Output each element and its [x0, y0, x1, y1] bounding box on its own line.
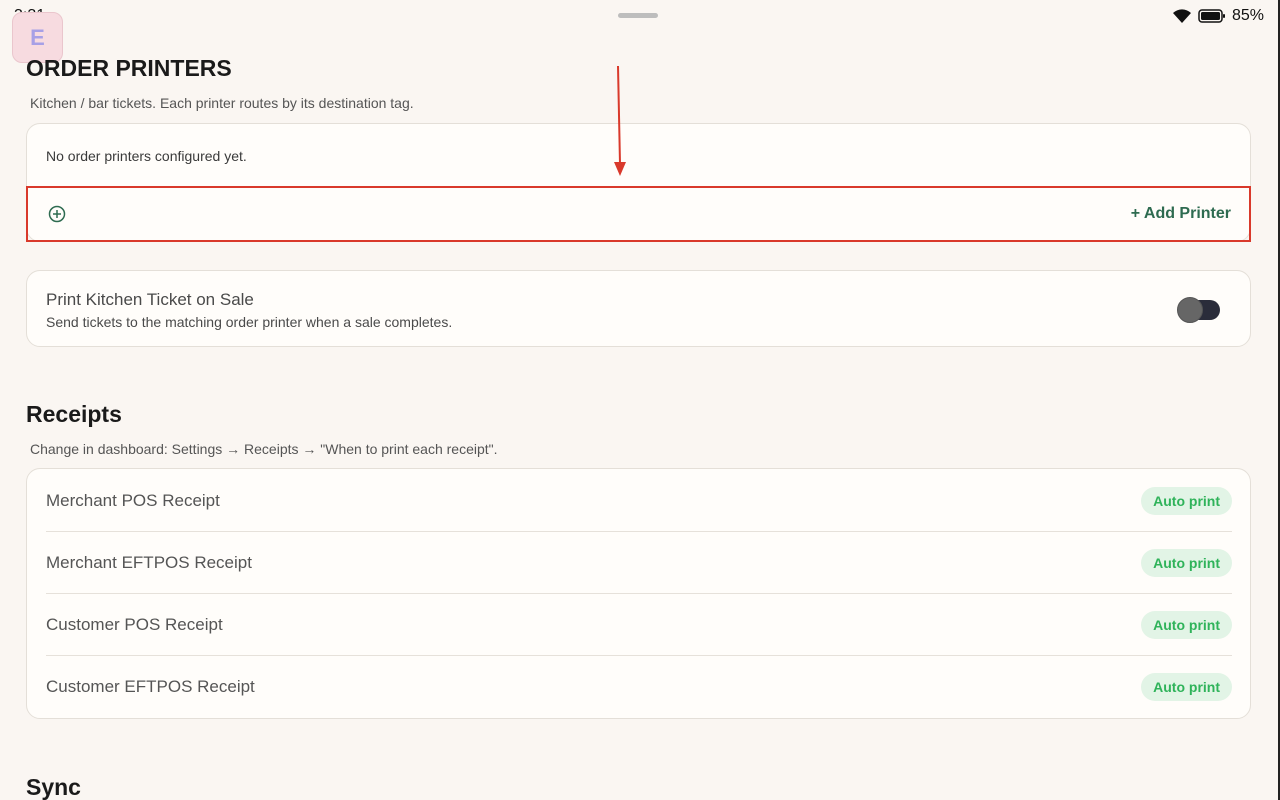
receipt-row: Merchant POS Receipt Auto print	[46, 470, 1232, 532]
auto-print-badge[interactable]: Auto print	[1141, 673, 1232, 701]
receipt-row: Customer POS Receipt Auto print	[46, 594, 1232, 656]
receipt-name: Merchant POS Receipt	[46, 491, 220, 510]
receipt-row: Customer EFTPOS Receipt Auto print	[46, 656, 1232, 718]
kitchen-ticket-card: Print Kitchen Ticket on Sale Send ticket…	[26, 270, 1251, 347]
wifi-icon	[1172, 8, 1192, 24]
drag-handle[interactable]	[618, 13, 658, 18]
status-icons: 85%	[1172, 7, 1264, 25]
annotation-arrow	[614, 66, 626, 176]
order-printers-card: No order printers configured yet. + Add …	[26, 123, 1251, 242]
add-printer-button[interactable]: + Add Printer	[26, 186, 1251, 242]
plus-circle-icon	[48, 205, 66, 223]
order-printers-empty-text: No order printers configured yet.	[46, 148, 247, 164]
sync-title: Sync	[26, 774, 81, 800]
order-printers-title: ORDER PRINTERS	[26, 55, 232, 81]
battery-percent: 85%	[1231, 7, 1264, 24]
kitchen-ticket-toggle[interactable]	[1177, 297, 1220, 323]
kitchen-ticket-title: Print Kitchen Ticket on Sale	[46, 290, 254, 309]
auto-print-badge[interactable]: Auto print	[1141, 611, 1232, 639]
receipts-subtitle: Change in dashboard: Settings → Receipts…	[30, 441, 498, 457]
auto-print-badge[interactable]: Auto print	[1141, 487, 1232, 515]
toggle-knob	[1177, 297, 1203, 323]
receipt-row: Merchant EFTPOS Receipt Auto print	[46, 532, 1232, 594]
kitchen-ticket-subtitle: Send tickets to the matching order print…	[46, 314, 453, 330]
battery-icon	[1198, 8, 1226, 24]
app-bubble-letter: E	[30, 25, 45, 50]
receipt-name: Merchant EFTPOS Receipt	[46, 553, 252, 572]
receipts-card: Merchant POS Receipt Auto print Merchant…	[26, 468, 1251, 719]
order-printers-subtitle: Kitchen / bar tickets. Each printer rout…	[30, 95, 414, 111]
auto-print-badge[interactable]: Auto print	[1141, 549, 1232, 577]
receipts-title: Receipts	[26, 401, 122, 427]
add-printer-label: + Add Printer	[1130, 205, 1231, 222]
receipt-name: Customer POS Receipt	[46, 615, 223, 634]
receipt-name: Customer EFTPOS Receipt	[46, 677, 255, 696]
